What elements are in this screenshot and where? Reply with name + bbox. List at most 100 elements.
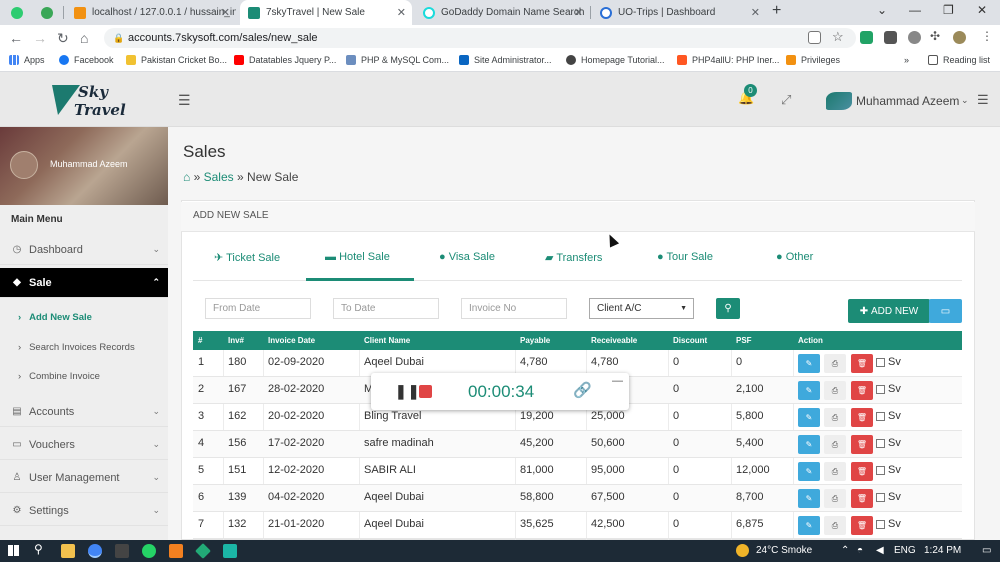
- url-field[interactable]: 🔒 accounts.7skysoft.com/sales/new_sale: [104, 28, 856, 48]
- delete-button[interactable]: 🗑: [851, 462, 873, 481]
- tab-transfers[interactable]: ▰ Transfers: [545, 251, 602, 264]
- edit-button[interactable]: ✎: [798, 408, 820, 427]
- minimize-icon[interactable]: —: [909, 3, 921, 17]
- print-button[interactable]: ⎙: [824, 408, 846, 427]
- search-button[interactable]: ⚲: [716, 298, 740, 319]
- close-icon[interactable]: ✕: [221, 6, 230, 19]
- client-select[interactable]: Client A/C ▼: [589, 298, 694, 319]
- user-avatar[interactable]: [826, 92, 852, 110]
- invoice-no-input[interactable]: Invoice No: [461, 298, 567, 319]
- bookmark-privileges[interactable]: Privileges: [786, 55, 840, 65]
- sidebar-item-sale[interactable]: ◆ Sale ⌃: [0, 268, 168, 298]
- tab-phpmyadmin[interactable]: localhost / 127.0.0.1 / hussain_in ✕: [66, 0, 236, 25]
- more-bookmarks-icon[interactable]: »: [904, 55, 909, 65]
- sublime-icon[interactable]: [169, 544, 183, 558]
- home-icon[interactable]: ⌂: [80, 30, 88, 46]
- tab-uo-trips[interactable]: UO-Trips | Dashboard ✕: [592, 0, 766, 25]
- hamburger-icon[interactable]: ☰: [178, 92, 191, 109]
- screen-recorder-icon[interactable]: [223, 544, 237, 558]
- close-icon[interactable]: ✕: [751, 6, 760, 19]
- sidebar-item-vouchers[interactable]: ▭ Vouchers ⌄: [0, 430, 168, 460]
- extension-icon[interactable]: [908, 31, 921, 44]
- delete-button[interactable]: 🗑: [851, 489, 873, 508]
- edit-button[interactable]: ✎: [798, 354, 820, 373]
- sv-checkbox[interactable]: [876, 439, 885, 448]
- sidebar-item-dashboard[interactable]: ◷ Dashboard ⌄: [0, 235, 168, 265]
- forward-icon[interactable]: →: [33, 30, 47, 46]
- bookmark-datatables[interactable]: Datatables Jquery P...: [234, 55, 336, 65]
- delete-button[interactable]: 🗑: [851, 408, 873, 427]
- link-icon[interactable]: 🔗: [573, 381, 592, 399]
- menu-icon[interactable]: ☰: [977, 92, 989, 108]
- whatsapp-icon[interactable]: [142, 544, 156, 558]
- print-button[interactable]: ⎙: [824, 489, 846, 508]
- bookmark-php-mysql[interactable]: PHP & MySQL Com...: [346, 55, 449, 65]
- sidebar-item-settings[interactable]: ⚙ Settings ⌄: [0, 496, 168, 526]
- share-icon[interactable]: [808, 31, 821, 44]
- chevron-up-icon[interactable]: ⌃: [841, 545, 849, 556]
- clock[interactable]: 1:24 PM: [924, 545, 961, 556]
- notification-icon[interactable]: ▭: [982, 545, 991, 556]
- sidebar-sub-add-new-sale[interactable]: › Add New Sale: [18, 312, 92, 323]
- chevron-down-icon[interactable]: ⌄: [961, 95, 969, 106]
- delete-button[interactable]: 🗑: [851, 435, 873, 454]
- network-icon[interactable]: ◓: [857, 545, 863, 556]
- extension-sheets-icon[interactable]: [860, 31, 873, 44]
- print-button[interactable]: ⎙: [824, 381, 846, 400]
- profile-avatar[interactable]: [953, 31, 966, 44]
- sv-checkbox[interactable]: [876, 385, 885, 394]
- add-new-button[interactable]: ✚ ADD NEW: [848, 299, 930, 323]
- star-icon[interactable]: ☆: [832, 29, 844, 45]
- bookmark-site-admin[interactable]: Site Administrator...: [459, 55, 552, 65]
- back-icon[interactable]: ←: [9, 30, 23, 46]
- volume-icon[interactable]: ◀: [876, 545, 884, 556]
- add-new-dropdown-button[interactable]: ▭: [929, 299, 962, 323]
- camera-icon[interactable]: [884, 31, 897, 44]
- close-icon[interactable]: ✕: [574, 6, 583, 19]
- sv-checkbox[interactable]: [876, 466, 885, 475]
- tab-pinned-2[interactable]: [36, 0, 58, 25]
- from-date-input[interactable]: From Date: [205, 298, 311, 319]
- menu-dots-icon[interactable]: ⋮: [981, 29, 993, 43]
- new-tab-button[interactable]: +: [772, 2, 781, 20]
- terminal-icon[interactable]: [115, 544, 129, 558]
- print-button[interactable]: ⎙: [824, 354, 846, 373]
- tab-ticket-sale[interactable]: ✈ Ticket Sale: [214, 251, 280, 264]
- user-name[interactable]: Muhammad Azeem: [856, 94, 959, 108]
- print-button[interactable]: ⎙: [824, 435, 846, 454]
- to-date-input[interactable]: To Date: [333, 298, 439, 319]
- edit-button[interactable]: ✎: [798, 381, 820, 400]
- bookmark-homepage[interactable]: Homepage Tutorial...: [566, 55, 665, 65]
- bookmark-facebook[interactable]: Facebook: [59, 55, 114, 65]
- fullscreen-icon[interactable]: ⤢: [781, 92, 791, 108]
- edit-button[interactable]: ✎: [798, 489, 820, 508]
- stop-icon[interactable]: [419, 385, 432, 398]
- delete-button[interactable]: 🗑: [851, 516, 873, 535]
- tab-godaddy[interactable]: GoDaddy Domain Name Search ✕: [415, 0, 589, 25]
- close-icon[interactable]: ✕: [397, 6, 406, 19]
- home-icon[interactable]: ⌂: [183, 170, 190, 184]
- puzzle-icon[interactable]: ✣: [930, 29, 940, 43]
- tab-visa-sale[interactable]: ● Visa Sale: [439, 251, 495, 263]
- chrome-icon[interactable]: [88, 544, 102, 558]
- bookmark-apps[interactable]: Apps: [9, 55, 45, 65]
- minimize-icon[interactable]: —: [612, 375, 623, 387]
- sidebar-item-user-management[interactable]: ♙ User Management ⌄: [0, 463, 168, 493]
- reload-icon[interactable]: ↻: [57, 30, 69, 47]
- tab-hotel-sale[interactable]: ▬ Hotel Sale: [325, 251, 390, 263]
- tab-search-icon[interactable]: ⌄: [877, 3, 887, 17]
- sv-checkbox[interactable]: [876, 493, 885, 502]
- bookmark-php4allu[interactable]: PHP4allU: PHP Iner...: [677, 55, 779, 65]
- edit-button[interactable]: ✎: [798, 435, 820, 454]
- pause-icon[interactable]: ❚❚: [395, 383, 420, 400]
- bookmark-pcb[interactable]: Pakistan Cricket Bo...: [126, 55, 227, 65]
- print-button[interactable]: ⎙: [824, 462, 846, 481]
- maximize-icon[interactable]: ❐: [943, 3, 954, 17]
- file-explorer-icon[interactable]: [61, 544, 75, 558]
- delete-button[interactable]: 🗑: [851, 381, 873, 400]
- windows-start-icon[interactable]: [8, 545, 19, 556]
- app-icon[interactable]: [195, 543, 211, 559]
- close-window-icon[interactable]: ✕: [977, 3, 987, 17]
- edit-button[interactable]: ✎: [798, 516, 820, 535]
- reading-list[interactable]: Reading list: [928, 55, 990, 65]
